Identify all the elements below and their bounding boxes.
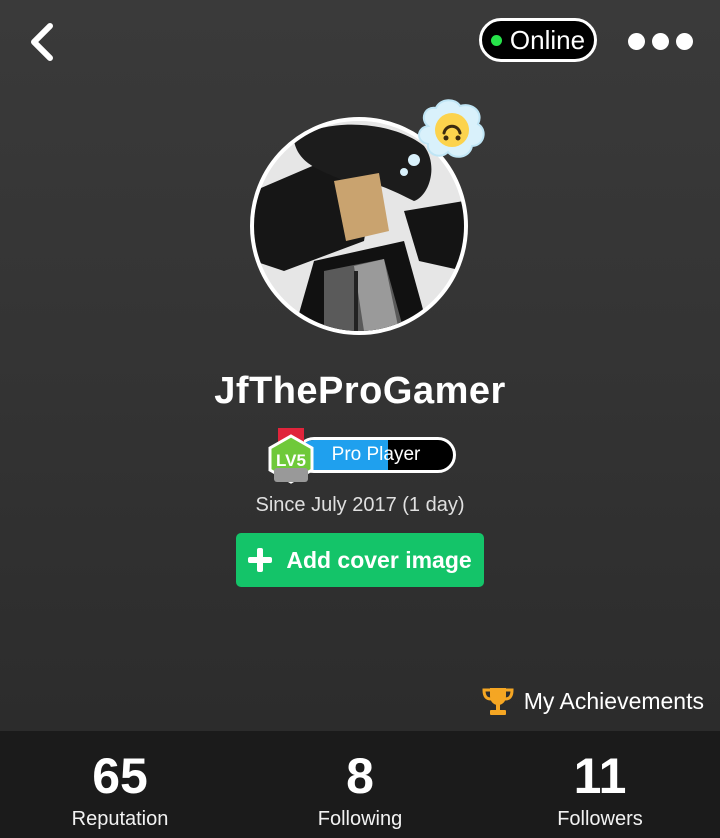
- mood-bubble[interactable]: [396, 96, 492, 180]
- add-cover-image-button[interactable]: Add cover image: [236, 533, 484, 587]
- plus-icon: [248, 548, 273, 572]
- upside-down-smile-icon: [400, 99, 485, 176]
- add-cover-image-label: Add cover image: [286, 546, 472, 573]
- title-label: Pro Player: [331, 444, 421, 465]
- stat-label: Reputation: [71, 808, 169, 830]
- level-badge-text: LV5: [276, 451, 306, 470]
- status-label: Online: [509, 24, 586, 55]
- level-badge-icon: LV5: [268, 428, 314, 484]
- online-status-button[interactable]: Online: [479, 18, 597, 62]
- stat-label: Following: [317, 808, 403, 830]
- level-title-row: Pro Player LV5: [262, 428, 462, 484]
- stat-label: Followers: [557, 808, 643, 830]
- my-achievements-label: My Achievements: [523, 687, 704, 714]
- stat-following[interactable]: 8 Following: [240, 731, 480, 838]
- trophy-icon: [482, 688, 514, 715]
- stat-value: 11: [573, 748, 627, 804]
- chevron-left-icon: [31, 23, 53, 61]
- stat-value: 65: [92, 748, 148, 804]
- stat-followers[interactable]: 11 Followers: [480, 731, 720, 838]
- username: JfTheProGamer: [214, 370, 506, 412]
- my-achievements-link[interactable]: My Achievements: [482, 686, 704, 716]
- back-button[interactable]: [22, 20, 62, 64]
- title-progress-bar[interactable]: Pro Player: [296, 437, 456, 473]
- stat-value: 8: [346, 748, 374, 804]
- stats-bar: 65 Reputation 8 Following 11 Followers: [0, 731, 720, 838]
- online-dot-icon: [490, 34, 502, 46]
- more-dot-icon: [676, 32, 693, 50]
- more-dot-icon: [652, 32, 669, 50]
- more-options-button[interactable]: [628, 30, 694, 52]
- member-since: Since July 2017 (1 day): [255, 494, 465, 516]
- stat-reputation[interactable]: 65 Reputation: [0, 731, 240, 838]
- more-dot-icon: [628, 32, 645, 50]
